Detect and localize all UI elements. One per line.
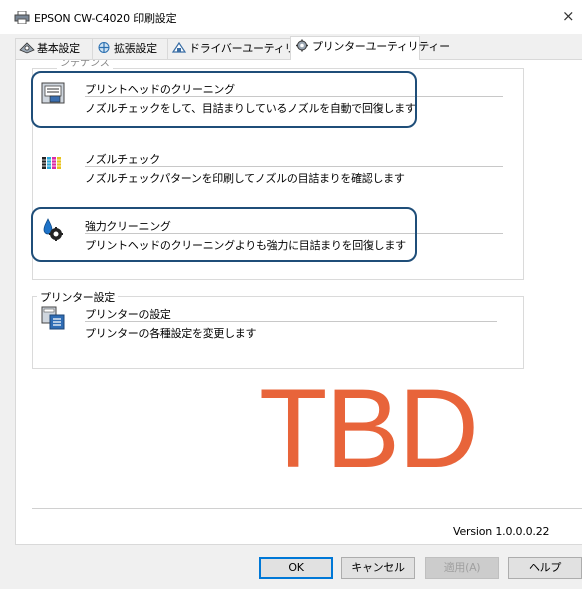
version-label: Version 1.0.0.0.22 [453, 525, 550, 538]
tab-label: 基本設定 [37, 42, 80, 55]
help-button[interactable]: ヘルプ [508, 557, 582, 579]
basic-settings-icon [19, 42, 35, 54]
highlight-frame [31, 71, 417, 128]
printer-settings-title: プリンターの設定 [85, 308, 171, 321]
apply-button[interactable]: 適用(A) [425, 557, 499, 579]
printer-settings-description: プリンターの各種設定を変更します [85, 327, 257, 340]
nozzle-check-icon [42, 157, 61, 169]
tbd-overlay-text: TBD [259, 366, 479, 491]
tab-driver-utility[interactable]: ドライバーユーティリティー [167, 38, 327, 59]
tab-extended-settings[interactable]: 拡張設定 [92, 38, 168, 59]
window-title: EPSON CW-C4020 印刷設定 [34, 12, 177, 25]
cancel-button[interactable]: キャンセル [341, 557, 415, 579]
divider [85, 321, 497, 322]
divider [85, 166, 503, 167]
close-button[interactable]: × [562, 6, 582, 26]
highlight-frame [31, 207, 417, 262]
printer-settings-legend: プリンター設定 [37, 289, 118, 305]
tab-printer-utility[interactable]: プリンターユーティリティー [290, 36, 450, 60]
version-divider [32, 508, 582, 509]
tab-panel-printer-utility: ンテナンス プリントヘッドのクリーニング ノズルチェックをして、目詰まりしている… [15, 59, 582, 545]
extended-settings-icon [98, 42, 110, 53]
nozzle-check-description: ノズルチェックパターンを印刷してノズルの目詰まりを確認します [85, 172, 405, 185]
printer-settings-icon [41, 306, 65, 330]
tab-label: 拡張設定 [114, 42, 157, 55]
printer-utility-icon [296, 39, 308, 52]
printer-icon [14, 11, 30, 24]
nozzle-check-title: ノズルチェック [85, 153, 160, 166]
tab-basic-settings[interactable]: 基本設定 [15, 38, 93, 59]
tab-bar: 基本設定 拡張設定 ドライバーユーティリティー プリンターユーティリティー [15, 36, 582, 60]
maintenance-group-legend: ンテナンス [57, 60, 113, 70]
tab-label: プリンターユーティリティー [312, 40, 450, 53]
title-bar: EPSON CW-C4020 印刷設定 × [0, 0, 582, 34]
ok-button[interactable]: OK [259, 557, 333, 579]
driver-utility-icon [171, 41, 187, 53]
